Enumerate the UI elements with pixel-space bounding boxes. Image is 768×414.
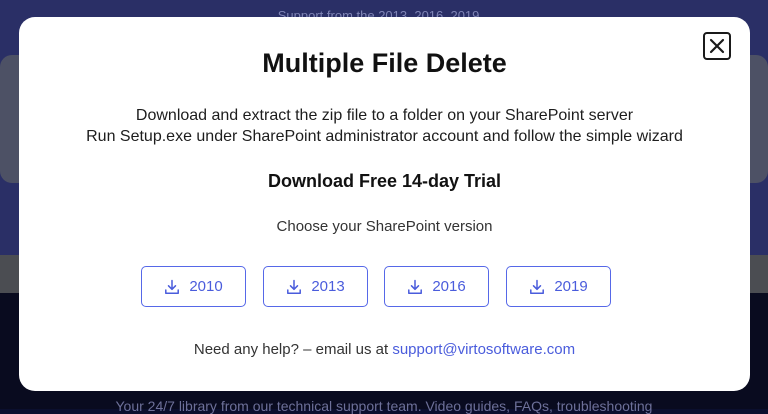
modal-title: Multiple File Delete xyxy=(262,48,507,78)
version-label: 2013 xyxy=(311,278,345,295)
instruction-line-2: Run Setup.exe under SharePoint administr… xyxy=(86,128,683,145)
download-icon xyxy=(165,279,180,294)
download-2013-button[interactable]: 2013 xyxy=(263,266,368,307)
download-icon xyxy=(530,279,545,294)
download-2016-button[interactable]: 2016 xyxy=(384,266,489,307)
download-2019-button[interactable]: 2019 xyxy=(506,266,611,307)
help-text: Need any help? – email us at support@vir… xyxy=(19,341,750,358)
support-email-link[interactable]: support@virtosoftware.com xyxy=(392,341,575,358)
choose-version-label: Choose your SharePoint version xyxy=(276,218,493,235)
download-2010-button[interactable]: 2010 xyxy=(141,266,246,307)
download-icon xyxy=(408,279,423,294)
version-label: 2010 xyxy=(189,278,223,295)
download-modal: Multiple File Delete Download and extrac… xyxy=(19,17,750,391)
background-bottom-text: Your 24/7 library from our technical sup… xyxy=(115,398,653,414)
download-icon xyxy=(287,279,302,294)
version-label: 2016 xyxy=(432,278,466,295)
instruction-line-1: Download and extract the zip file to a f… xyxy=(135,107,634,124)
trial-heading: Download Free 14-day Trial xyxy=(267,171,502,191)
help-prefix: Need any help? – email us at xyxy=(193,341,389,358)
version-label: 2019 xyxy=(554,278,588,295)
